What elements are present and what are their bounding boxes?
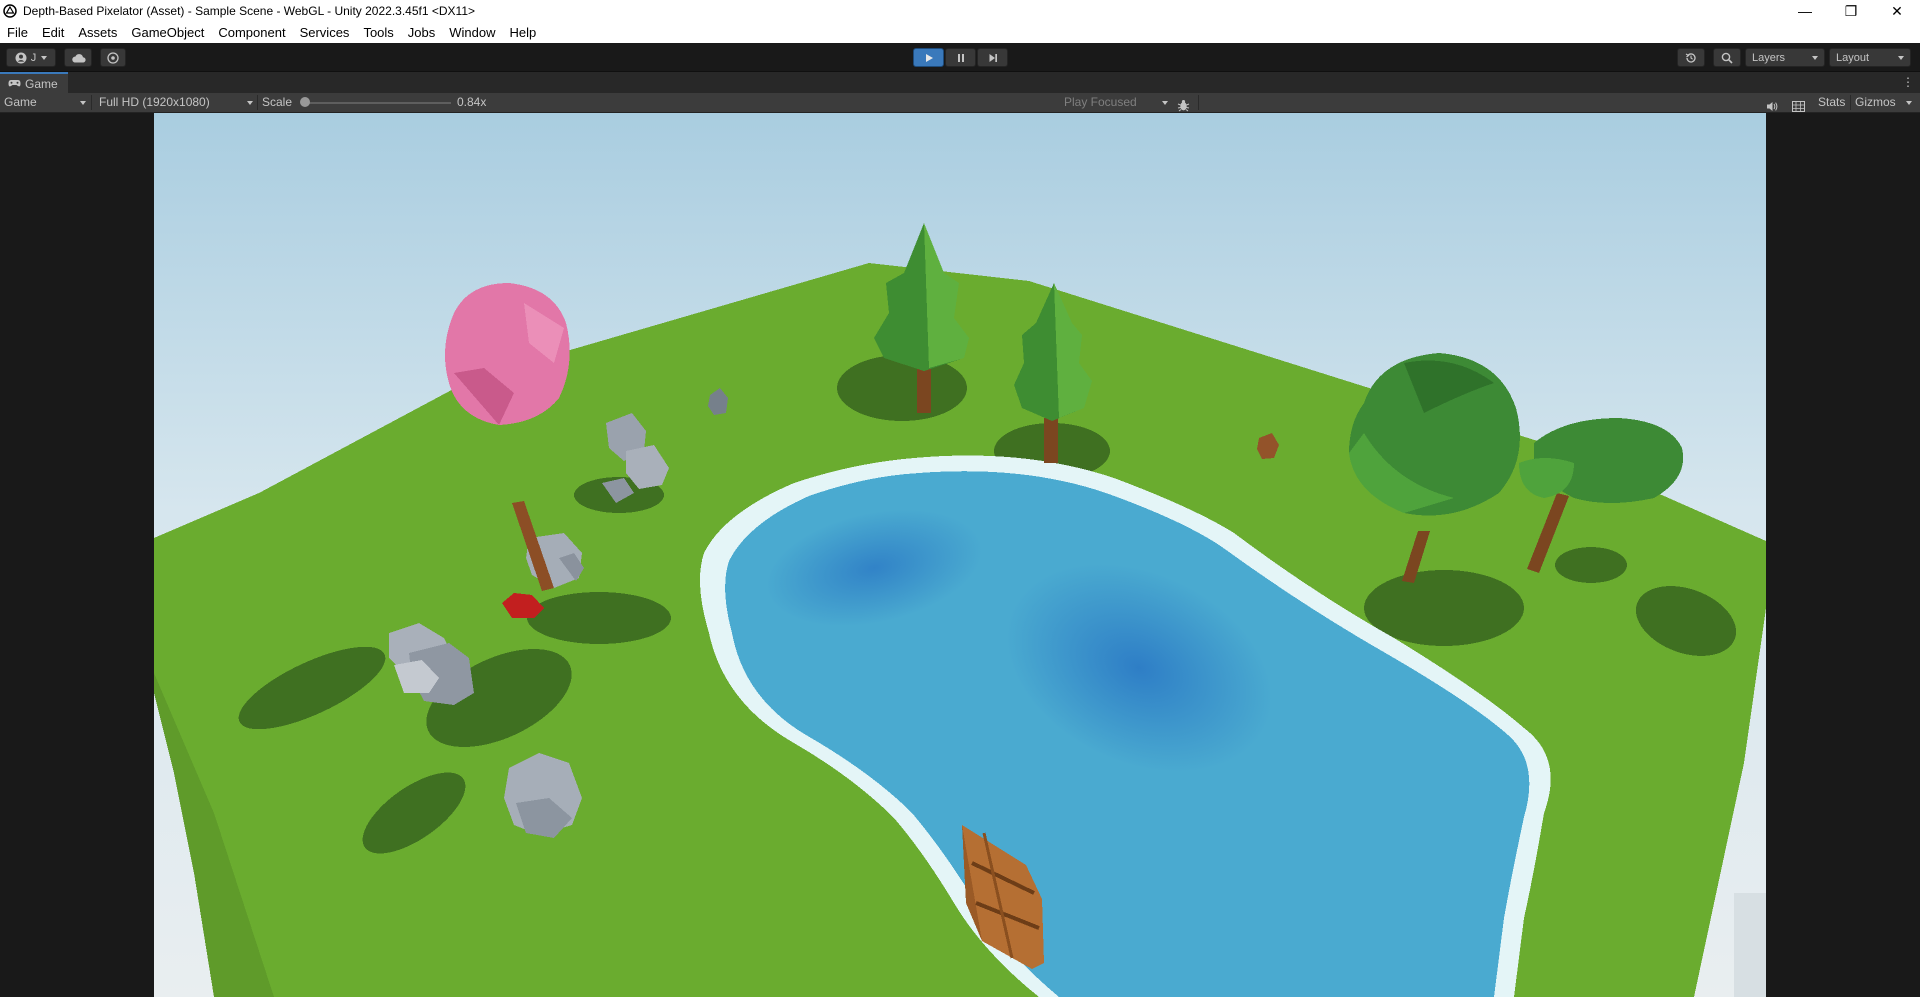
game-render[interactable] <box>154 113 1766 997</box>
pause-icon <box>957 53 964 62</box>
menu-window[interactable]: Window <box>442 22 502 43</box>
chevron-down-icon <box>1162 100 1168 105</box>
menu-gameobject[interactable]: GameObject <box>124 22 211 43</box>
menu-help[interactable]: Help <box>503 22 544 43</box>
menu-file[interactable]: File <box>0 22 35 43</box>
cloud-icon <box>71 53 86 62</box>
step-icon <box>989 53 997 62</box>
menu-jobs[interactable]: Jobs <box>401 22 442 43</box>
divider <box>1850 95 1851 110</box>
divider <box>257 95 258 110</box>
menu-tools[interactable]: Tools <box>356 22 400 43</box>
gizmos-chevron-down-icon[interactable] <box>1906 101 1912 105</box>
account-label: J <box>30 51 37 64</box>
scale-slider-handle[interactable] <box>300 97 310 107</box>
stats-button[interactable]: Stats <box>1818 93 1845 112</box>
chevron-down-icon <box>1812 55 1818 60</box>
close-button[interactable]: ✕ <box>1874 0 1920 22</box>
scale-value: 0.84x <box>457 95 487 109</box>
scale-slider-track[interactable] <box>306 102 451 104</box>
game-viewport[interactable] <box>0 113 1920 997</box>
account-dropdown[interactable]: J <box>6 48 56 67</box>
undo-history-button[interactable] <box>1677 48 1705 67</box>
cloud-button[interactable] <box>64 48 92 67</box>
play-button[interactable] <box>913 48 944 67</box>
search-button[interactable] <box>1713 48 1741 67</box>
display-select[interactable]: Game <box>4 93 86 112</box>
layers-label: Layers <box>1752 51 1786 64</box>
account-icon <box>15 52 27 63</box>
game-view-toolbar: Game Full HD (1920x1080) Scale 0.84x Pla… <box>0 93 1920 113</box>
resolution-select[interactable]: Full HD (1920x1080) <box>99 93 253 112</box>
gamepad-icon <box>8 80 21 87</box>
unity-logo-icon <box>3 4 17 18</box>
pause-button[interactable] <box>945 48 976 67</box>
play-mode-value: Play Focused <box>1064 95 1137 109</box>
search-icon <box>1721 52 1733 64</box>
tab-options-icon[interactable]: ⋮ <box>1902 75 1914 89</box>
divider <box>1198 95 1199 110</box>
chevron-down-icon <box>80 100 86 105</box>
display-select-value: Game <box>4 95 37 109</box>
window-title: Depth-Based Pixelator (Asset) - Sample S… <box>23 4 476 18</box>
play-mode-select[interactable]: Play Focused <box>1064 93 1168 112</box>
collab-icon <box>107 51 119 64</box>
layout-label: Layout <box>1836 51 1870 64</box>
layers-dropdown[interactable]: Layers <box>1745 48 1825 67</box>
menu-edit[interactable]: Edit <box>35 22 71 43</box>
resolution-value: Full HD (1920x1080) <box>99 95 210 109</box>
divider <box>91 95 92 110</box>
game-tab-bar: Game ⋮ <box>0 72 1920 93</box>
scale-label: Scale <box>262 95 293 109</box>
restore-button[interactable]: ❐ <box>1828 0 1874 22</box>
collab-button[interactable] <box>100 48 126 67</box>
layout-dropdown[interactable]: Layout <box>1829 48 1911 67</box>
gizmos-button[interactable]: Gizmos <box>1855 93 1896 112</box>
step-button[interactable] <box>977 48 1008 67</box>
chevron-down-icon <box>41 55 48 60</box>
menu-services[interactable]: Services <box>293 22 357 43</box>
play-icon <box>925 53 933 62</box>
history-icon <box>1685 52 1696 63</box>
chevron-down-icon <box>247 100 253 105</box>
menu-assets[interactable]: Assets <box>71 22 124 43</box>
tab-game-label: Game <box>25 76 58 91</box>
main-toolbar: J Layers Layout <box>0 43 1920 72</box>
minimize-button[interactable]: — <box>1782 0 1828 22</box>
tab-game[interactable]: Game <box>0 72 68 93</box>
window-title-bar: Depth-Based Pixelator (Asset) - Sample S… <box>0 0 1920 22</box>
menu-bar: File Edit Assets GameObject Component Se… <box>0 22 1920 43</box>
menu-component[interactable]: Component <box>211 22 292 43</box>
chevron-down-icon <box>1898 55 1904 60</box>
viewport-bottom-right-fill <box>1734 893 1766 997</box>
